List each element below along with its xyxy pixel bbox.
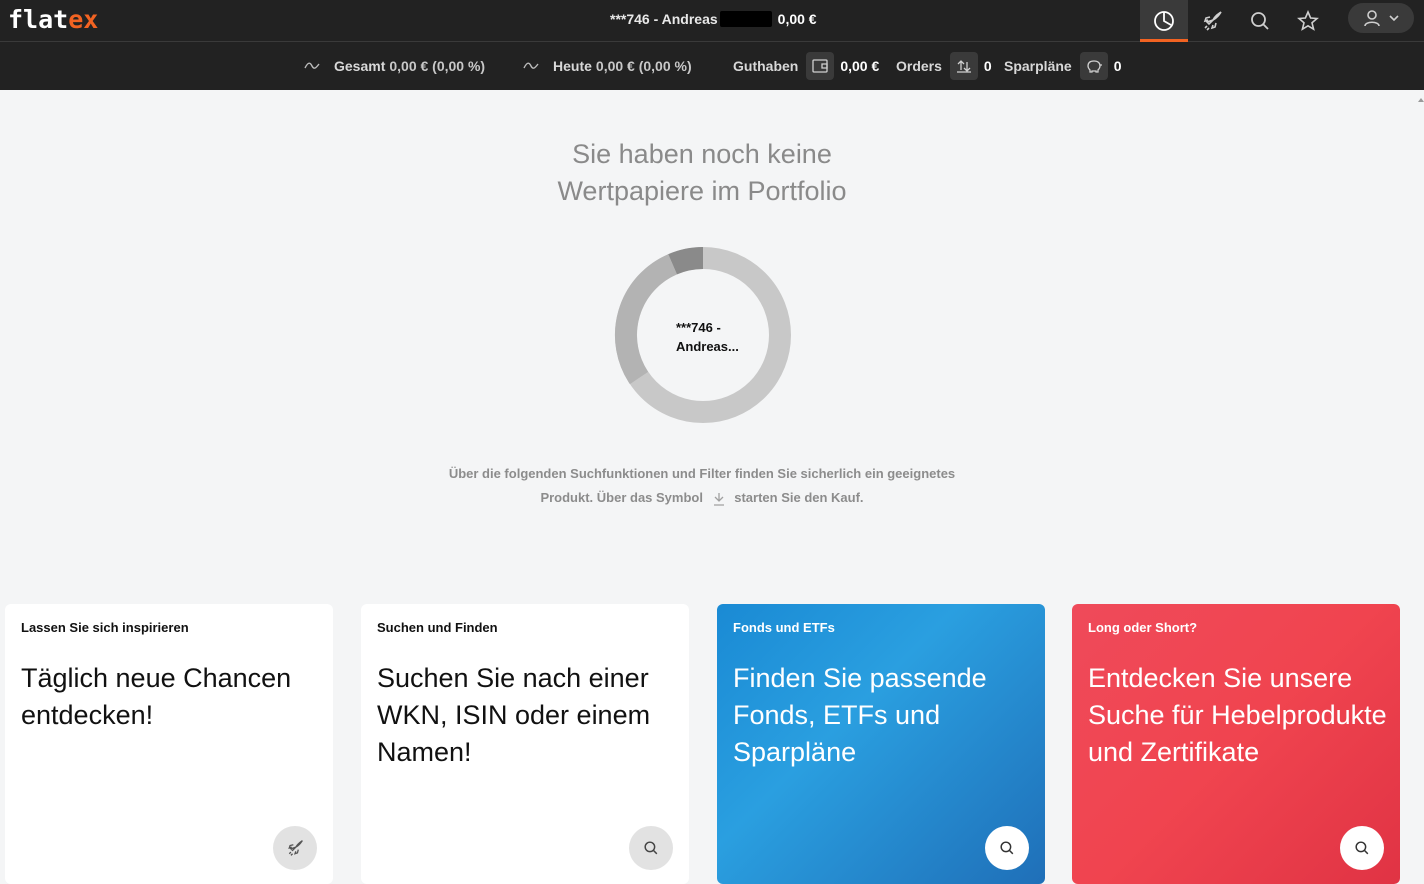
nav-watchlist[interactable]: [1284, 0, 1332, 42]
donut-segment-dark: [668, 247, 704, 275]
donut-center-label: ***746 - Andreas...: [676, 318, 786, 356]
stat-guthaben[interactable]: Guthaben 0,00 €: [733, 42, 879, 90]
card-funds-button[interactable]: [985, 826, 1029, 870]
card-long-short-button[interactable]: [1340, 826, 1384, 870]
download-icon: [713, 492, 724, 506]
scroll-up-arrow[interactable]: [1418, 98, 1424, 102]
card-search-button[interactable]: [629, 826, 673, 870]
user-icon: [1364, 10, 1380, 27]
info-text: Über die folgenden Suchfunktionen und Fi…: [402, 462, 1002, 510]
redacted-block: [719, 11, 772, 27]
star-icon: [1297, 10, 1319, 31]
search-icon: [1000, 841, 1014, 855]
card-body: Finden Sie passende Fonds, ETFs und Spar…: [733, 663, 987, 767]
card-title: Fonds und ETFs: [733, 620, 835, 635]
nav-search[interactable]: [1236, 0, 1284, 42]
heute-label: Heute: [553, 58, 592, 74]
headline-line-2: Wertpapiere im Portfolio: [557, 176, 847, 206]
headline-line-1: Sie haben noch keine: [572, 139, 832, 169]
card-inspiration-button[interactable]: [273, 826, 317, 870]
rocket-icon: [1203, 11, 1222, 31]
card-title: Lassen Sie sich inspirieren: [21, 620, 189, 635]
gesamt-label: Gesamt: [334, 58, 386, 74]
trend-icon: [304, 62, 320, 69]
card-body: Entdecken Sie unsere Suche für Hebelprod…: [1088, 663, 1387, 767]
search-icon: [644, 841, 658, 855]
card-inspiration[interactable]: Lassen Sie sich inspirieren Täglich neue…: [5, 604, 333, 884]
card-title: Long oder Short?: [1088, 620, 1198, 635]
gesamt-value: 0,00 € (0,00 %): [389, 58, 486, 74]
main-nav: [1140, 0, 1332, 42]
wallet-icon: [806, 52, 835, 80]
guthaben-label: Guthaben: [733, 58, 799, 74]
info-line-2b: starten Sie den Kauf.: [734, 490, 864, 505]
nav-inspiration[interactable]: [1188, 0, 1236, 42]
guthaben-value: 0,00 €: [840, 58, 880, 74]
info-line-2a: Produkt. Über das Symbol: [540, 490, 703, 505]
rocket-icon: [288, 840, 303, 856]
portfolio-icon: [1154, 11, 1174, 31]
piggy-bank-icon: [1079, 52, 1108, 80]
stat-gesamt[interactable]: Gesamt 0,00 € (0,00 %): [304, 42, 485, 90]
search-icon: [1251, 12, 1269, 30]
sparplaene-value: 0: [1113, 58, 1122, 74]
account-selector[interactable]: ***746 - Andreas 0,00 €: [610, 11, 817, 27]
flatex-logo[interactable]: flat ex: [8, 4, 98, 34]
info-line-1: Über die folgenden Suchfunktionen und Fi…: [448, 466, 956, 481]
sparplaene-label: Sparpläne: [1004, 58, 1072, 74]
account-name: ***746 - Andreas: [610, 11, 718, 27]
stat-orders[interactable]: Orders 0: [896, 42, 992, 90]
info-line-2: Produkt. Über das Symbol starten Sie den…: [402, 486, 1002, 510]
logo-text-flat: flat: [8, 4, 69, 34]
stat-sparplaene[interactable]: Sparpläne 0: [1004, 42, 1122, 90]
stat-heute[interactable]: Heute 0,00 € (0,00 %): [523, 42, 692, 90]
card-long-short[interactable]: Long oder Short? Entdecken Sie unsere Su…: [1072, 604, 1400, 884]
donut-label-line-1: ***746 -: [676, 320, 721, 335]
stats-bar: Gesamt 0,00 € (0,00 %) Heute 0,00 € (0,0…: [0, 42, 1424, 90]
logo-text-ex: ex: [68, 4, 99, 34]
card-body: Suchen Sie nach einer WKN, ISIN oder ein…: [377, 663, 651, 767]
card-body: Täglich neue Chancen entdecken!: [21, 663, 292, 730]
account-balance: 0,00 €: [777, 11, 817, 27]
card-funds-etfs[interactable]: Fonds und ETFs Finden Sie passende Fonds…: [717, 604, 1045, 884]
donut-segment-mid: [614, 254, 678, 385]
top-bar: flat ex ***746 - Andreas 0,00 €: [0, 0, 1424, 42]
card-title: Suchen und Finden: [377, 620, 498, 635]
donut-label-line-2: Andreas...: [676, 339, 739, 354]
empty-portfolio-headline: Sie haben noch keine Wertpapiere im Port…: [452, 136, 952, 210]
card-search[interactable]: Suchen und Finden Suchen Sie nach einer …: [361, 604, 689, 884]
search-icon: [1355, 841, 1369, 855]
heute-value: 0,00 € (0,00 %): [595, 58, 692, 74]
trend-icon: [523, 62, 539, 69]
nav-portfolio[interactable]: [1140, 0, 1188, 42]
user-menu-button[interactable]: [1348, 3, 1414, 33]
orders-icon: [949, 52, 978, 80]
orders-value: 0: [983, 58, 992, 74]
orders-label: Orders: [896, 58, 942, 74]
chevron-down-icon: [1389, 15, 1399, 22]
